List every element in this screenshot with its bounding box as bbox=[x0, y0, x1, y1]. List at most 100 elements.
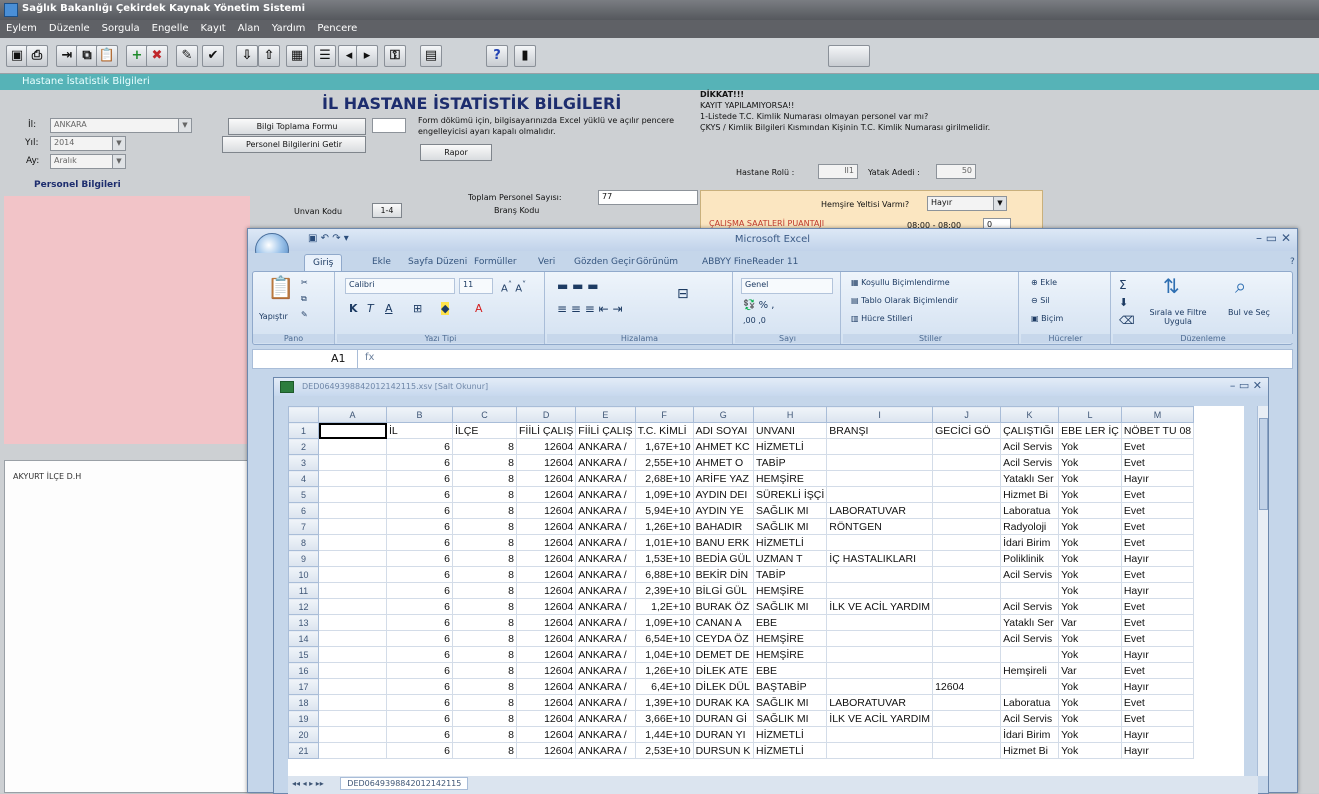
cell[interactable]: HEMŞİRE bbox=[753, 582, 828, 599]
cell[interactable]: 6,54E+10 bbox=[634, 630, 694, 647]
vertical-scrollbar[interactable] bbox=[1257, 406, 1268, 776]
cell[interactable]: Acil Servis bbox=[1000, 630, 1060, 647]
column-header[interactable]: L bbox=[1058, 406, 1122, 423]
row-header[interactable]: 17 bbox=[288, 678, 319, 695]
cell[interactable] bbox=[318, 582, 387, 599]
cell[interactable]: ANKARA / bbox=[575, 534, 636, 551]
cell[interactable] bbox=[318, 438, 387, 455]
align-top-icon[interactable]: ▬ ▬ ▬ bbox=[557, 279, 599, 293]
cell[interactable]: 12604 bbox=[515, 662, 577, 679]
cell[interactable]: 6 bbox=[386, 550, 453, 567]
select-all-corner[interactable] bbox=[288, 406, 319, 423]
cell[interactable]: 8 bbox=[452, 550, 517, 567]
cell[interactable]: 1,44E+10 bbox=[634, 726, 694, 743]
cell[interactable]: FİİLİ ÇALIŞ bbox=[575, 422, 636, 439]
cell[interactable]: 6 bbox=[386, 566, 453, 583]
cell[interactable]: 12604 bbox=[515, 646, 577, 663]
cell[interactable]: Hayır bbox=[1120, 726, 1195, 743]
minimize-icon[interactable]: – bbox=[1230, 379, 1236, 392]
currency-icon[interactable]: 💱 % , bbox=[743, 300, 775, 311]
cell[interactable]: Yok bbox=[1058, 726, 1122, 743]
cell[interactable]: İLK VE ACİL YARDIM bbox=[826, 598, 934, 615]
cell[interactable]: ANKARA / bbox=[575, 678, 636, 695]
cell[interactable] bbox=[932, 486, 1002, 503]
cell[interactable] bbox=[932, 582, 1002, 599]
cell[interactable]: LABORATUVAR bbox=[826, 694, 934, 711]
cell[interactable]: 6,4E+10 bbox=[634, 678, 694, 695]
cell[interactable]: Evet bbox=[1120, 694, 1195, 711]
cell[interactable]: Hayır bbox=[1120, 582, 1195, 599]
cell[interactable]: NÖBET TU 08 bbox=[1120, 422, 1195, 439]
paste-icon[interactable]: 📋 bbox=[267, 276, 294, 301]
cell[interactable]: AYDIN DEI bbox=[692, 486, 755, 503]
cell[interactable] bbox=[1000, 678, 1060, 695]
cell[interactable]: Yok bbox=[1058, 470, 1122, 487]
ribbon-tab[interactable]: ABBYY FineReader 11 bbox=[694, 254, 806, 271]
cell[interactable] bbox=[932, 710, 1002, 727]
undo-icon[interactable]: ↶ bbox=[321, 233, 329, 244]
fill-color-icon[interactable]: ◆ bbox=[441, 302, 450, 315]
format-cells-button[interactable]: ▣ Biçim bbox=[1031, 314, 1063, 323]
cut-icon[interactable]: ✂ bbox=[301, 278, 308, 287]
cell[interactable]: Laboratua bbox=[1000, 502, 1060, 519]
cell[interactable]: ANKARA / bbox=[575, 502, 636, 519]
cell[interactable]: Yok bbox=[1058, 534, 1122, 551]
cell[interactable]: ANKARA / bbox=[575, 742, 636, 759]
cell[interactable]: ANKARA / bbox=[575, 598, 636, 615]
cell[interactable]: CANAN A bbox=[692, 614, 755, 631]
cell[interactable]: DİLEK DÜL bbox=[692, 678, 755, 695]
cell-styles-button[interactable]: ▥ Hücre Stilleri bbox=[851, 314, 913, 323]
clear-icon[interactable]: ⌫ bbox=[1119, 314, 1135, 327]
conditional-format-button[interactable]: ▦ Koşullu Biçimlendirme bbox=[851, 278, 950, 287]
column-header[interactable]: B bbox=[386, 406, 453, 423]
cell[interactable]: 6 bbox=[386, 486, 453, 503]
cell[interactable]: Yok bbox=[1058, 598, 1122, 615]
cell[interactable]: 12604 bbox=[515, 486, 577, 503]
cell[interactable]: 2,53E+10 bbox=[634, 742, 694, 759]
font-grow-icon[interactable]: A˄ A˅ bbox=[501, 279, 526, 294]
cell[interactable]: HİZMETLİ bbox=[753, 726, 828, 743]
row-header[interactable]: 15 bbox=[288, 646, 319, 663]
cell[interactable] bbox=[932, 438, 1002, 455]
cell[interactable]: ANKARA / bbox=[575, 582, 636, 599]
cell[interactable]: 6 bbox=[386, 438, 453, 455]
delete-record-icon[interactable]: ✖ bbox=[146, 45, 168, 67]
cell[interactable]: İLK VE ACİL YARDIM bbox=[826, 710, 934, 727]
cell[interactable]: İÇ HASTALIKLARI bbox=[826, 550, 934, 567]
menu-item[interactable]: Pencere bbox=[311, 20, 363, 37]
cell[interactable] bbox=[318, 694, 387, 711]
cell[interactable]: 1,09E+10 bbox=[634, 614, 694, 631]
cell[interactable] bbox=[318, 422, 387, 439]
cell[interactable]: SÜREKLİ İŞÇİ bbox=[753, 486, 828, 503]
chevron-down-icon[interactable]: ▼ bbox=[993, 197, 1006, 210]
cell[interactable]: 8 bbox=[452, 502, 517, 519]
cell[interactable]: HİZMETLİ bbox=[753, 438, 828, 455]
edit-icon[interactable]: ✎ bbox=[176, 45, 198, 67]
cell[interactable]: 5,94E+10 bbox=[634, 502, 694, 519]
personel-getir-button[interactable]: Personel Bilgilerini Getir bbox=[222, 136, 366, 153]
cell[interactable]: FİİLİ ÇALIŞ bbox=[515, 422, 577, 439]
il-field[interactable]: ANKARA ▼ bbox=[50, 118, 192, 133]
cell[interactable]: Hayır bbox=[1120, 678, 1195, 695]
cell[interactable]: 3,66E+10 bbox=[634, 710, 694, 727]
bold-icon[interactable]: K bbox=[349, 302, 358, 315]
cell[interactable]: Yataklı Ser bbox=[1000, 614, 1060, 631]
cell[interactable]: HEMŞİRE bbox=[753, 630, 828, 647]
cell[interactable]: İL bbox=[386, 422, 453, 439]
row-header[interactable]: 5 bbox=[288, 486, 319, 503]
cell[interactable]: 6 bbox=[386, 710, 453, 727]
cell[interactable]: 2,39E+10 bbox=[634, 582, 694, 599]
save-icon[interactable]: ▣ bbox=[6, 45, 28, 67]
cell[interactable] bbox=[932, 630, 1002, 647]
list-icon[interactable]: ☰ bbox=[314, 45, 336, 67]
number-format-select[interactable]: Genel bbox=[741, 278, 833, 294]
cell[interactable]: 1,09E+10 bbox=[634, 486, 694, 503]
cell[interactable]: 8 bbox=[452, 438, 517, 455]
row-header[interactable]: 20 bbox=[288, 726, 319, 743]
cell[interactable]: 12604 bbox=[515, 710, 577, 727]
cell[interactable]: 6 bbox=[386, 726, 453, 743]
cell[interactable]: 6 bbox=[386, 502, 453, 519]
row-header[interactable]: 6 bbox=[288, 502, 319, 519]
cell[interactable]: 8 bbox=[452, 534, 517, 551]
cell[interactable]: 1,39E+10 bbox=[634, 694, 694, 711]
